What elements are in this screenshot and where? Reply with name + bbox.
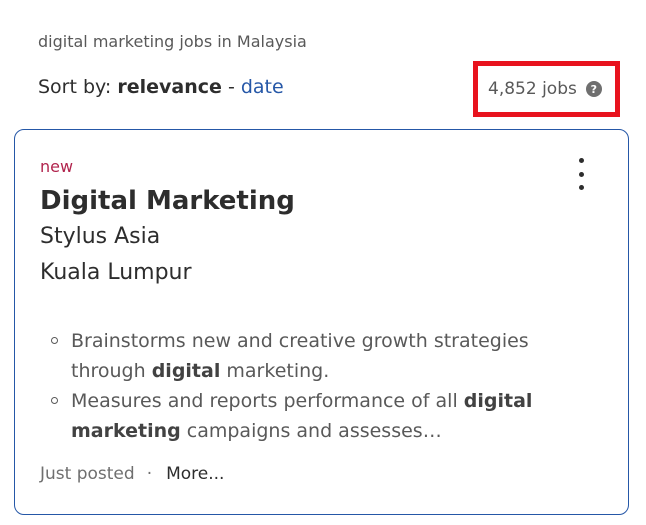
- job-card[interactable]: new Digital Marketing Stylus Asia Kuala …: [14, 129, 629, 515]
- kebab-dot: [578, 158, 584, 163]
- kebab-dot: [578, 185, 584, 190]
- search-caption: digital marketing jobs in Malaysia: [38, 32, 307, 51]
- sort-option-relevance: relevance: [117, 76, 222, 98]
- snippet-item: Measures and reports performance of all …: [40, 386, 600, 446]
- job-title[interactable]: Digital Marketing: [40, 186, 295, 216]
- posted-date: Just posted: [40, 464, 135, 484]
- job-footer: Just posted · More...: [40, 464, 224, 484]
- circle-bullet-icon: [51, 397, 58, 404]
- job-count-highlight: 4,852 jobs ?: [473, 61, 620, 117]
- circle-bullet-icon: [51, 337, 58, 344]
- company-name: Stylus Asia: [40, 224, 161, 249]
- job-count: 4,852 jobs: [488, 79, 577, 99]
- kebab-menu-icon[interactable]: [569, 158, 593, 190]
- sort-option-date[interactable]: date: [241, 76, 284, 98]
- snippet-item: Brainstorms new and creative growth stra…: [40, 326, 600, 386]
- job-search-results: digital marketing jobs in Malaysia Sort …: [0, 0, 646, 525]
- footer-separator: ·: [146, 464, 153, 484]
- more-link[interactable]: More...: [166, 464, 224, 484]
- sort-label: Sort by:: [38, 76, 118, 98]
- new-badge: new: [40, 157, 74, 176]
- sort-controls: Sort by: relevance - date: [38, 76, 284, 98]
- question-circle-icon[interactable]: ?: [585, 81, 602, 97]
- kebab-dot: [578, 171, 584, 177]
- sort-separator: -: [221, 76, 241, 98]
- job-location: Kuala Lumpur: [40, 260, 192, 285]
- job-snippet: Brainstorms new and creative growth stra…: [40, 326, 600, 446]
